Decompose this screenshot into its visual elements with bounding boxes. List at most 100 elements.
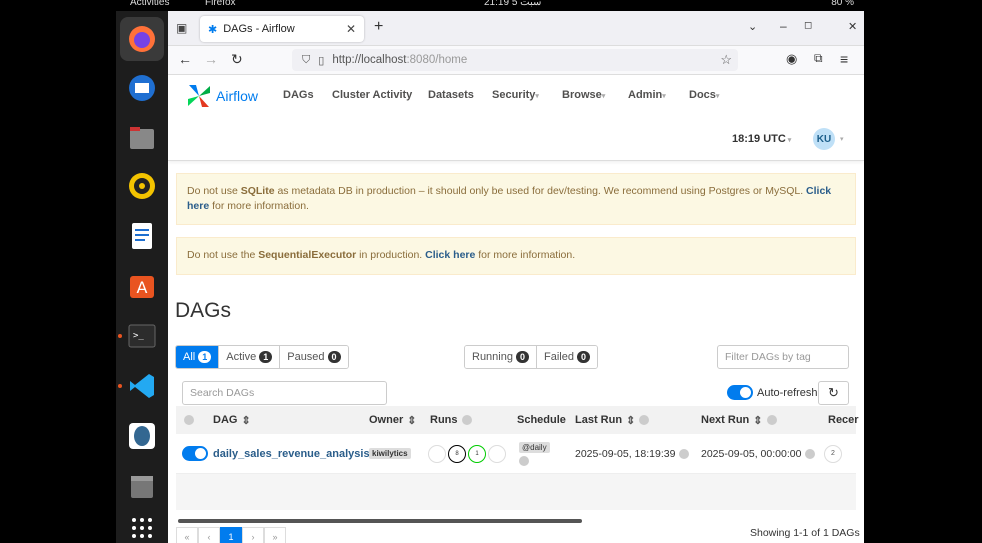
writer-icon[interactable]	[125, 219, 159, 253]
hamburger-menu-icon[interactable]: ≡	[840, 51, 848, 67]
menu-security[interactable]: Security ▾	[492, 89, 562, 101]
search-dags-input[interactable]: Search DAGs	[182, 381, 387, 405]
page-first-button[interactable]: «	[176, 527, 198, 543]
dag-id-link[interactable]: daily_sales_revenue_analysis	[213, 448, 370, 460]
page-last-button[interactable]: »	[264, 527, 286, 543]
firefox-icon[interactable]	[120, 17, 164, 61]
autorefresh-toggle[interactable]	[727, 385, 753, 400]
filter-failed-button[interactable]: Failed 0	[537, 346, 597, 368]
forward-icon[interactable]: →	[204, 51, 218, 67]
horizontal-scrollbar[interactable]	[178, 519, 582, 523]
table-header: DAG ⇕ Owner ⇕ Runs Schedule Last Run ⇕ Next…	[176, 406, 859, 434]
autorefresh-control: Auto-refresh	[727, 385, 818, 400]
header-runs: Runs	[430, 414, 472, 426]
vscode-icon[interactable]	[125, 369, 159, 403]
last-run-cell[interactable]: 2025-09-05, 18:19:39	[575, 448, 690, 460]
user-menu-chevron-icon[interactable]: ▾	[840, 135, 844, 143]
header-next-run[interactable]: Next Run ⇕	[701, 414, 777, 427]
minimize-icon[interactable]: –	[780, 19, 787, 33]
filter-active-button[interactable]: Active 1	[219, 346, 281, 368]
runs-running-circle[interactable]: 1	[468, 444, 486, 463]
airflow-brand: Airflow	[216, 88, 259, 104]
menu-dags[interactable]: DAGs	[283, 89, 332, 101]
runs-success-circle[interactable]: 8	[448, 444, 466, 463]
address-bar[interactable]: ⛉ ▯ http://localhost:8080/home ☆	[292, 49, 738, 71]
battery-label[interactable]: 80 %	[831, 0, 854, 8]
url-prefix: http://localhost	[332, 54, 407, 66]
header-recent-tasks: Recer	[828, 414, 859, 426]
tag-filter-input[interactable]: Filter DAGs by tag	[717, 345, 849, 369]
runs-empty-circle-2	[488, 444, 506, 463]
page-prev-button[interactable]: ‹	[198, 527, 220, 543]
runs-empty-circle	[428, 444, 446, 463]
airflow-pinwheel-icon	[188, 85, 210, 107]
header-owner[interactable]: Owner ⇕	[369, 414, 416, 427]
recent-tasks-circle[interactable]: 2	[824, 444, 842, 463]
bookmark-star-icon[interactable]: ☆	[720, 52, 732, 68]
dock: A >_	[116, 11, 168, 543]
dag-pause-toggle[interactable]	[182, 446, 208, 461]
dags-table: DAG ⇕ Owner ⇕ Runs Schedule Last Run ⇕ Next…	[176, 406, 859, 510]
system-clock[interactable]: سبت 5 21:19	[484, 0, 541, 8]
tab-title: DAGs - Airflow	[223, 23, 295, 35]
url-rest: :8080/home	[406, 54, 468, 66]
postgres-icon[interactable]	[125, 419, 159, 453]
page-next-button[interactable]: ›	[242, 527, 264, 543]
trash-icon[interactable]	[125, 469, 159, 503]
header-last-run[interactable]: Last Run ⇕	[575, 414, 650, 427]
shield-icon: ⛉	[302, 53, 311, 66]
system-top-bar: Activities Firefox سبت 5 21:19 80 %	[0, 0, 982, 11]
tab-overview-icon[interactable]: ▣	[176, 21, 187, 35]
timezone-dropdown[interactable]: 18:19 UTC ▾	[732, 133, 791, 145]
owner-badge[interactable]: kiwilytics	[369, 448, 411, 459]
executor-warning-alert: Do not use the SequentialExecutor in pro…	[176, 237, 856, 275]
refresh-icon[interactable]: ↻	[818, 381, 849, 405]
new-tab-icon[interactable]: +	[374, 18, 383, 36]
thunderbird-icon[interactable]	[125, 71, 159, 105]
header-schedule: Schedule	[517, 414, 566, 426]
back-icon[interactable]: ←	[178, 51, 192, 67]
maximize-icon[interactable]: ◻	[804, 20, 812, 31]
menu-browse[interactable]: Browse ▾	[562, 89, 628, 101]
reload-icon[interactable]: ↻	[231, 51, 243, 68]
close-tab-icon[interactable]: ✕	[346, 22, 356, 36]
rhythmbox-icon[interactable]	[125, 169, 159, 203]
show-apps-icon[interactable]	[125, 511, 159, 543]
svg-text:>_: >_	[133, 331, 144, 341]
close-window-icon[interactable]: ✕	[848, 20, 857, 33]
filter-paused-button[interactable]: Paused 0	[280, 346, 348, 368]
airflow-logo[interactable]: Airflow	[186, 83, 258, 109]
files-icon[interactable]	[125, 121, 159, 155]
subheader: 18:19 UTC ▾ KU ▾	[168, 115, 864, 161]
activities-button[interactable]: Activities	[130, 0, 169, 8]
next-run-cell: 2025-09-05, 00:00:00	[701, 448, 816, 460]
main-menu: DAGs Cluster Activity Datasets Security …	[283, 89, 739, 101]
status-filter-group: All 1 Active 1 Paused 0	[175, 345, 349, 369]
page-current-button[interactable]: 1	[220, 527, 242, 543]
menu-datasets[interactable]: Datasets	[428, 89, 492, 101]
tab-bar: ▣ ✱ DAGs - Airflow ✕ + ⌄ – ◻ ✕	[168, 11, 864, 46]
menu-docs[interactable]: Docs ▾	[689, 89, 739, 101]
software-center-icon[interactable]: A	[125, 269, 159, 303]
menu-admin[interactable]: Admin ▾	[628, 89, 689, 101]
firefox-window: ▣ ✱ DAGs - Airflow ✕ + ⌄ – ◻ ✕ ← → ↻ ⛉ ▯…	[168, 11, 864, 543]
filter-running-button[interactable]: Running 0	[465, 346, 537, 368]
menu-cluster-activity[interactable]: Cluster Activity	[332, 89, 428, 101]
extensions-icon[interactable]: ⧉	[814, 51, 823, 66]
schedule-cell: @daily	[519, 441, 550, 466]
account-icon[interactable]: ◉	[786, 51, 797, 67]
terminal-icon[interactable]: >_	[125, 319, 159, 353]
header-dag[interactable]: DAG ⇕	[213, 414, 251, 427]
runs-circles: 8 1	[428, 444, 506, 463]
tab-list-chevron-icon[interactable]: ⌄	[748, 20, 757, 33]
executor-click-here-link[interactable]: Click here	[425, 249, 475, 261]
filter-all-button[interactable]: All 1	[176, 346, 220, 368]
schedule-badge: @daily	[519, 441, 550, 453]
app-menu-label[interactable]: Firefox	[205, 0, 236, 8]
showing-count: Showing 1-1 of 1 DAGs	[750, 527, 860, 539]
airflow-page: Airflow DAGs Cluster Activity Datasets S…	[168, 75, 864, 543]
tab-dags-airflow[interactable]: ✱ DAGs - Airflow ✕	[200, 16, 364, 42]
run-state-filter-group: Running 0 Failed 0	[464, 345, 598, 369]
schedule-info-icon[interactable]	[519, 455, 529, 466]
user-avatar[interactable]: KU	[813, 128, 835, 150]
